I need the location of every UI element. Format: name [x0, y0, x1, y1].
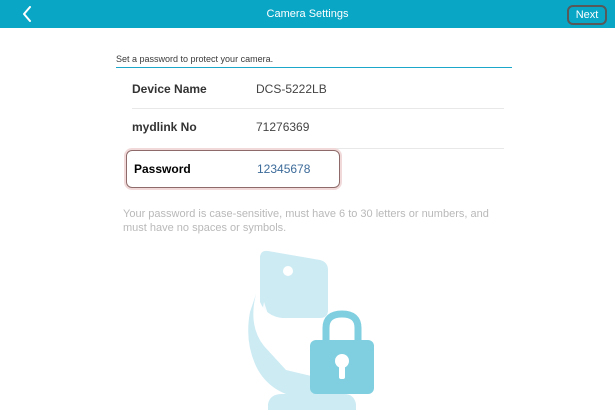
intro-text: Set a password to protect your camera. — [116, 54, 274, 64]
password-field[interactable]: Password 12345678 — [126, 150, 340, 188]
device-name-row: Device Name DCS-5222LB — [132, 69, 504, 109]
password-hint: Your password is case-sensitive, must ha… — [123, 208, 489, 234]
row-divider — [132, 148, 504, 149]
next-button[interactable]: Next — [567, 5, 607, 25]
mydlink-no-label: mydlink No — [132, 120, 197, 134]
top-navigation-bar: Camera Settings Next — [0, 0, 615, 28]
device-name-label: Device Name — [132, 82, 207, 96]
password-value[interactable]: 12345678 — [257, 162, 310, 176]
mydlink-no-value: 71276369 — [256, 120, 310, 134]
intro-divider — [116, 67, 512, 68]
page-title: Camera Settings — [266, 8, 349, 20]
password-label: Password — [134, 162, 191, 176]
camera-lock-icon — [242, 248, 382, 415]
device-name-value: DCS-5222LB — [256, 82, 327, 96]
mydlink-no-row: mydlink No 71276369 — [132, 107, 504, 147]
